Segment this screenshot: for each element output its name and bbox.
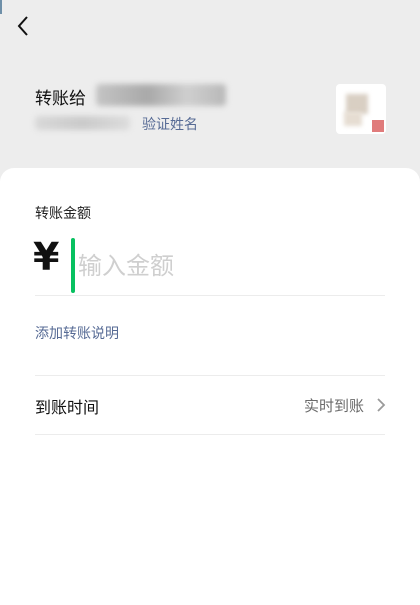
arrival-time-value: 实时到账 bbox=[303, 397, 364, 415]
transfer-card: 转账金额 ¥ 添加转账说明 到账时间 实时到账 bbox=[0, 168, 420, 605]
transfer-to-label: 转账给 bbox=[35, 89, 86, 109]
recipient-avatar bbox=[336, 84, 386, 134]
arrival-time-row[interactable]: 到账时间 实时到账 bbox=[0, 376, 420, 434]
add-transfer-note-link[interactable]: 添加转账说明 bbox=[35, 323, 119, 343]
arrival-time-label: 到账时间 bbox=[35, 398, 100, 417]
back-button[interactable] bbox=[8, 10, 38, 42]
recipient-header: 转账给 验证姓名 bbox=[0, 70, 420, 170]
chevron-left-icon bbox=[17, 16, 28, 36]
recipient-account-blurred bbox=[35, 116, 130, 130]
amount-input[interactable] bbox=[78, 246, 378, 286]
arrival-divider bbox=[35, 434, 385, 435]
text-cursor bbox=[71, 238, 75, 293]
amount-divider bbox=[35, 295, 385, 296]
verify-name-link[interactable]: 验证姓名 bbox=[142, 114, 198, 134]
edge-artifact bbox=[0, 0, 2, 14]
chevron-right-icon bbox=[377, 398, 386, 412]
recipient-name-blurred bbox=[96, 84, 226, 106]
amount-label: 转账金额 bbox=[35, 206, 91, 222]
currency-symbol: ¥ bbox=[33, 235, 60, 279]
